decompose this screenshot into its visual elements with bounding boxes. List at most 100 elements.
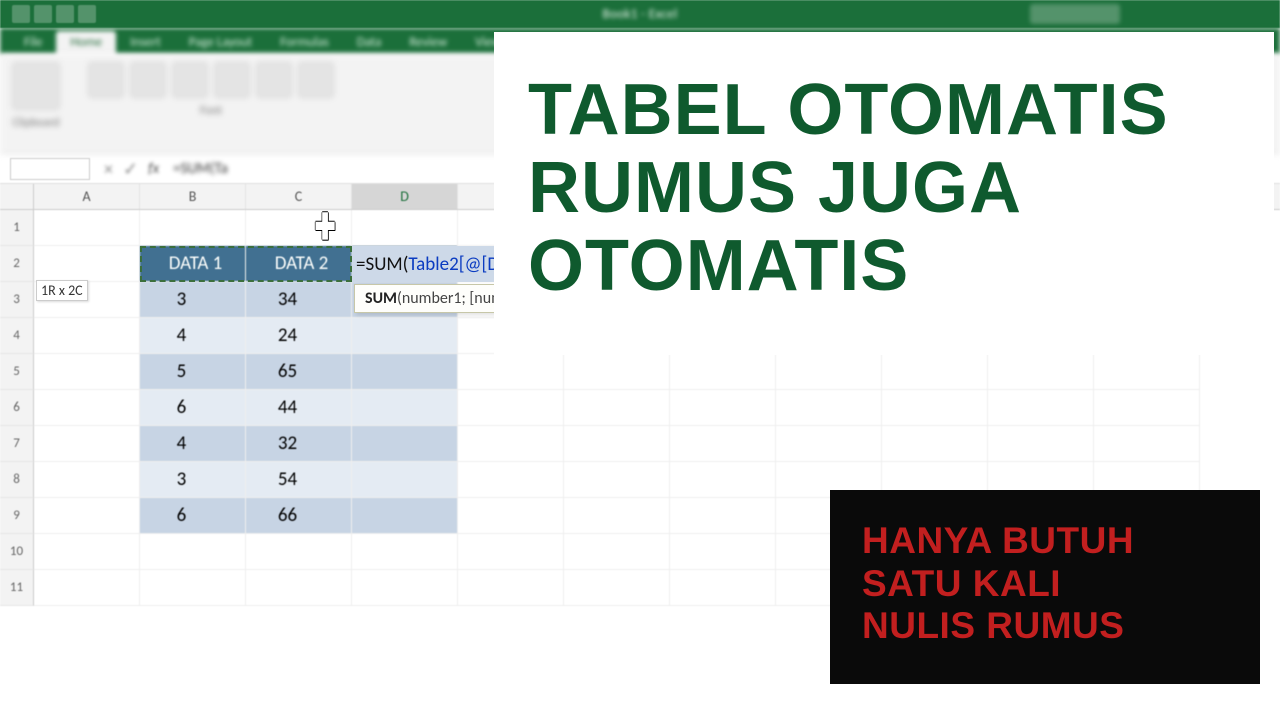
- cell[interactable]: [1094, 354, 1200, 390]
- cell[interactable]: [140, 210, 246, 246]
- row-header[interactable]: 9: [0, 498, 34, 534]
- cell[interactable]: [34, 570, 140, 606]
- row-header[interactable]: 4: [0, 318, 34, 354]
- cell[interactable]: [140, 534, 246, 570]
- table-cell[interactable]: 4: [140, 318, 246, 354]
- cell[interactable]: [988, 426, 1094, 462]
- cell[interactable]: [564, 426, 670, 462]
- cell[interactable]: [352, 534, 458, 570]
- cancel-icon[interactable]: ×: [104, 158, 113, 180]
- cell[interactable]: [34, 534, 140, 570]
- table-cell[interactable]: 34: [246, 282, 352, 318]
- cell[interactable]: [882, 390, 988, 426]
- tab-file[interactable]: File: [10, 31, 56, 54]
- cell[interactable]: [564, 570, 670, 606]
- table-cell[interactable]: [352, 390, 458, 426]
- row-header[interactable]: 1: [0, 210, 34, 246]
- fill-color-button[interactable]: [298, 62, 334, 98]
- cell[interactable]: [34, 354, 140, 390]
- cell[interactable]: [670, 462, 776, 498]
- cell[interactable]: [1094, 426, 1200, 462]
- table-header-cell[interactable]: JUMLAH: [352, 246, 458, 282]
- cell[interactable]: [458, 570, 564, 606]
- cell[interactable]: [670, 570, 776, 606]
- cell[interactable]: [458, 462, 564, 498]
- tab-review[interactable]: Review: [395, 31, 461, 54]
- cell[interactable]: [246, 534, 352, 570]
- tab-home[interactable]: Home: [56, 31, 116, 54]
- row-header[interactable]: 5: [0, 354, 34, 390]
- bold-button[interactable]: [130, 62, 166, 98]
- cell[interactable]: [140, 570, 246, 606]
- row-header[interactable]: 2: [0, 246, 34, 282]
- cell[interactable]: [670, 354, 776, 390]
- cell[interactable]: [246, 210, 352, 246]
- row-header[interactable]: 7: [0, 426, 34, 462]
- table-cell[interactable]: 65: [246, 354, 352, 390]
- col-header[interactable]: C: [246, 184, 352, 209]
- cell[interactable]: [564, 534, 670, 570]
- tab-data[interactable]: Data: [343, 31, 396, 54]
- cell[interactable]: [34, 246, 140, 282]
- cell[interactable]: [34, 426, 140, 462]
- border-button[interactable]: [256, 62, 292, 98]
- row-header[interactable]: 3: [0, 282, 34, 318]
- cell[interactable]: [776, 390, 882, 426]
- cell[interactable]: [670, 390, 776, 426]
- col-header-selected[interactable]: D: [352, 184, 458, 209]
- cell[interactable]: [1094, 390, 1200, 426]
- cell[interactable]: [670, 534, 776, 570]
- table-header-cell[interactable]: DATA 1: [140, 246, 246, 282]
- table-header-cell[interactable]: DATA 2: [246, 246, 352, 282]
- table-cell[interactable]: [352, 462, 458, 498]
- accept-icon[interactable]: ✓: [123, 158, 138, 180]
- cell[interactable]: [776, 426, 882, 462]
- table-cell[interactable]: 24: [246, 318, 352, 354]
- table-cell[interactable]: 3: [140, 282, 246, 318]
- cell[interactable]: [352, 570, 458, 606]
- cell[interactable]: [458, 390, 564, 426]
- table-cell[interactable]: 6: [140, 498, 246, 534]
- font-button[interactable]: [88, 62, 124, 98]
- italic-button[interactable]: [172, 62, 208, 98]
- cell[interactable]: [882, 426, 988, 462]
- cell[interactable]: [352, 210, 458, 246]
- cell[interactable]: [34, 318, 140, 354]
- cell[interactable]: [988, 354, 1094, 390]
- tab-insert[interactable]: Insert: [116, 31, 175, 54]
- cell[interactable]: [34, 498, 140, 534]
- table-cell[interactable]: 5: [140, 354, 246, 390]
- cell[interactable]: [34, 210, 140, 246]
- cell[interactable]: [34, 462, 140, 498]
- cell[interactable]: [882, 354, 988, 390]
- cell[interactable]: [670, 426, 776, 462]
- cell[interactable]: [458, 498, 564, 534]
- underline-button[interactable]: [214, 62, 250, 98]
- cell[interactable]: [458, 354, 564, 390]
- row-header[interactable]: 8: [0, 462, 34, 498]
- cell[interactable]: [458, 534, 564, 570]
- table-cell[interactable]: 3: [140, 462, 246, 498]
- table-cell[interactable]: [352, 498, 458, 534]
- cell[interactable]: [776, 354, 882, 390]
- cell[interactable]: [246, 570, 352, 606]
- cell[interactable]: [564, 498, 670, 534]
- cell[interactable]: [34, 390, 140, 426]
- cell[interactable]: [564, 390, 670, 426]
- table-cell[interactable]: [352, 318, 458, 354]
- name-box[interactable]: [10, 158, 90, 180]
- quick-access-toolbar[interactable]: [12, 4, 132, 24]
- table-cell[interactable]: [352, 426, 458, 462]
- table-cell[interactable]: [352, 354, 458, 390]
- cell[interactable]: [564, 354, 670, 390]
- tab-page-layout[interactable]: Page Layout: [175, 31, 266, 54]
- table-cell[interactable]: 32: [246, 426, 352, 462]
- table-cell[interactable]: 4: [140, 426, 246, 462]
- row-header[interactable]: 10: [0, 534, 34, 570]
- cell[interactable]: [670, 498, 776, 534]
- table-cell[interactable]: 54: [246, 462, 352, 498]
- fx-icon[interactable]: fx: [148, 160, 159, 178]
- table-cell[interactable]: 44: [246, 390, 352, 426]
- cell[interactable]: [34, 282, 140, 318]
- cell[interactable]: [564, 462, 670, 498]
